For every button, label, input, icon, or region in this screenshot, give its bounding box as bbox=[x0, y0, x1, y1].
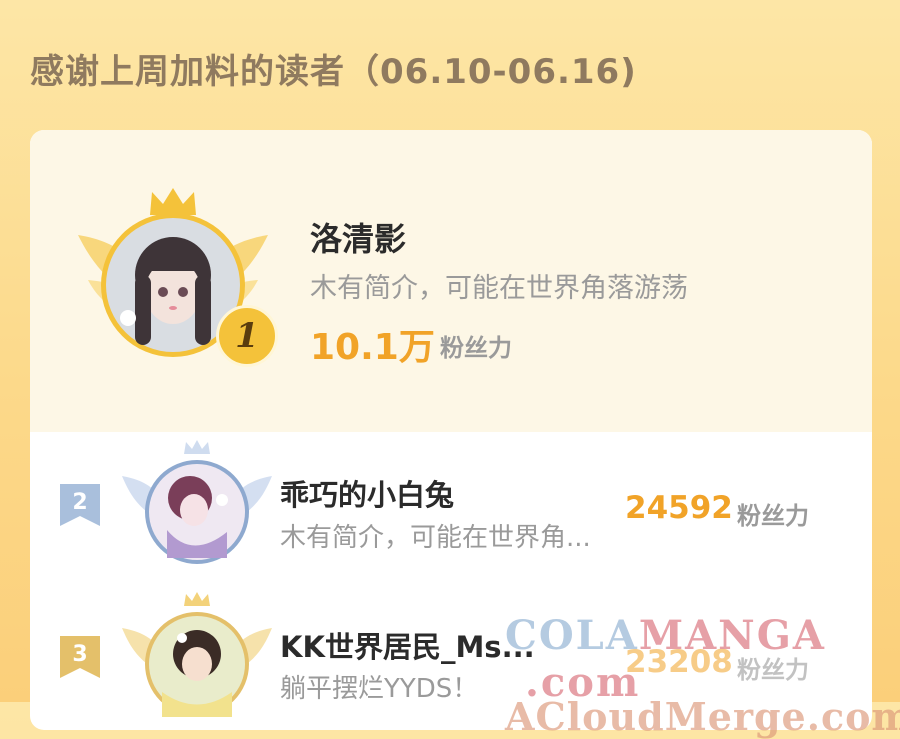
top-reader-score: 10.1万 bbox=[310, 327, 435, 368]
laurel-wings-icon bbox=[122, 592, 272, 717]
reader-row[interactable]: 2 乖巧的小白兔 木有简介，可能在世界角... 24592 粉丝力 bbox=[30, 432, 872, 592]
top-reader-name[interactable]: 洛清影 bbox=[310, 214, 406, 260]
watermark-part: COLA bbox=[505, 612, 639, 659]
reader-rank: 3 bbox=[72, 641, 88, 667]
page-title: 感谢上周加料的读者（06.10-06.16) bbox=[30, 52, 637, 92]
reader-score: 24592 bbox=[625, 490, 733, 526]
reader-rank: 2 bbox=[72, 489, 88, 515]
rank-ribbon-icon: 2 bbox=[60, 484, 100, 526]
site-watermark: COLAMANGA .com ACloudMerge.com bbox=[505, 612, 900, 739]
top-reader-card[interactable]: 1 洛清影 木有简介，可能在世界角落游荡 10.1万 粉丝力 bbox=[30, 130, 872, 432]
top-reader-score-unit: 粉丝力 bbox=[440, 334, 512, 362]
rank-medal-icon: 1 bbox=[216, 305, 278, 367]
watermark-line2: ACloudMerge.com bbox=[505, 694, 900, 739]
reader-avatar-frame[interactable] bbox=[122, 592, 272, 722]
watermark-part: MANGA bbox=[638, 612, 826, 659]
reader-name[interactable]: KK世界居民_Ms... bbox=[280, 624, 535, 666]
rank-ribbon-icon: 3 bbox=[60, 636, 100, 678]
reader-avatar-frame[interactable] bbox=[122, 440, 272, 570]
top-reader-rank: 1 bbox=[235, 316, 259, 356]
top-reader-bio: 木有简介，可能在世界角落游荡 bbox=[310, 273, 688, 304]
crown-icon bbox=[150, 188, 196, 215]
reader-score-unit: 粉丝力 bbox=[737, 502, 809, 530]
reader-name[interactable]: 乖巧的小白兔 bbox=[280, 472, 454, 514]
reader-bio: 木有简介，可能在世界角... bbox=[280, 523, 591, 553]
laurel-wings-icon bbox=[122, 440, 272, 564]
top-reader-avatar-frame[interactable]: 1 bbox=[68, 180, 278, 370]
